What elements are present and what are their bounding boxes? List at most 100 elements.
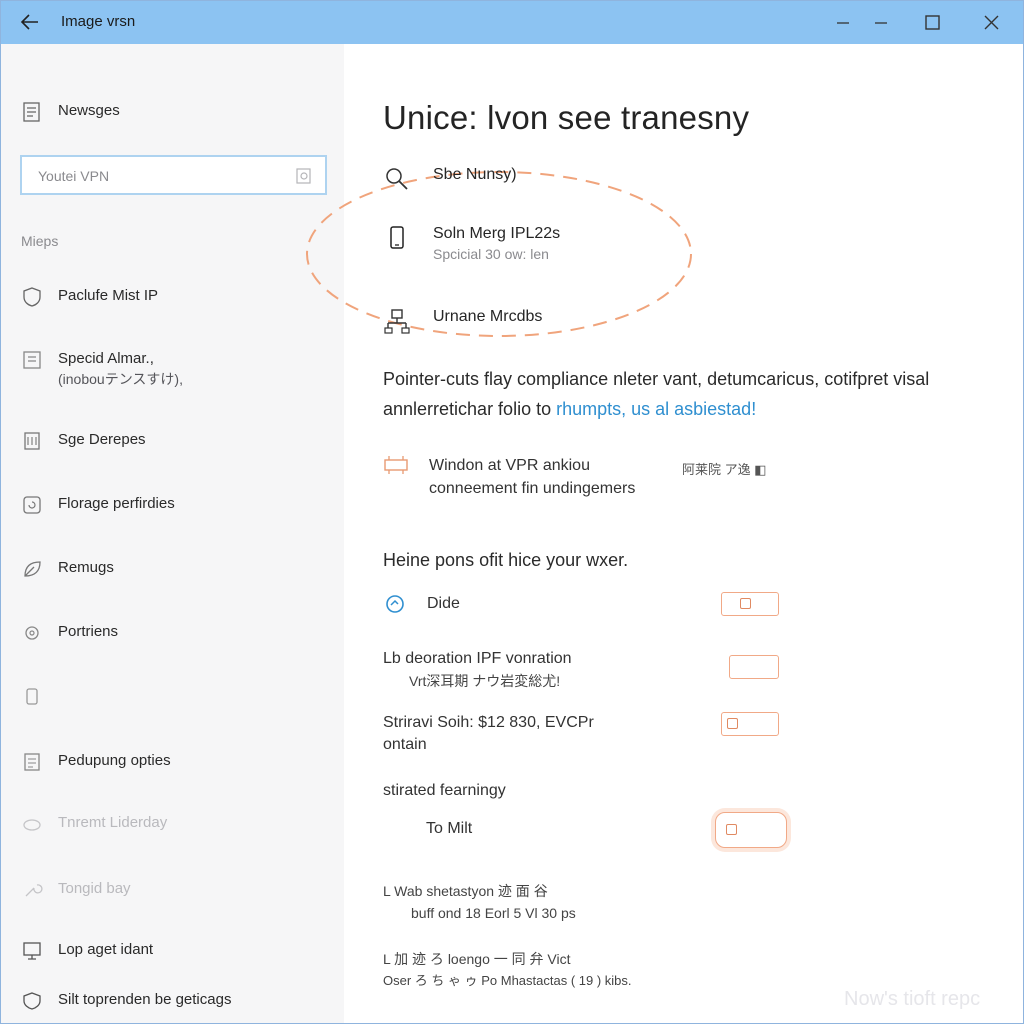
page-icon xyxy=(24,753,40,771)
setting-sublabel: buff ond 18 Eorl 5 Vl 30 ps xyxy=(411,905,576,921)
info-line-2: conneement fin undingemers xyxy=(429,480,636,497)
router-icon xyxy=(384,456,408,474)
sidebar-item-1[interactable]: Specid Almar., (inobouテンスすけ), xyxy=(21,349,183,389)
page-icon xyxy=(23,351,41,369)
leaf-icon xyxy=(24,561,41,577)
setting-label: L 加 迹 ろ loengo 一 同 弁 Vict xyxy=(383,951,571,967)
sidebar-item-3[interactable]: Florage perfirdies xyxy=(21,494,175,516)
sidebar-item-label: Specid Almar., xyxy=(58,350,154,367)
sidebar-item-label: Pedupung opties xyxy=(58,752,171,769)
info-badge: 阿莱院 ア逸 ◧ xyxy=(682,462,767,477)
close-icon xyxy=(984,15,999,30)
square-icon xyxy=(925,15,940,30)
close-button[interactable] xyxy=(971,7,1011,37)
setting-toggle[interactable] xyxy=(721,712,779,736)
option-label: Sbe Nunsy) xyxy=(433,166,517,183)
search-input-value: Youtei VPN xyxy=(38,168,110,184)
setting-toggle[interactable] xyxy=(729,655,779,679)
setting-sublabel: ontain xyxy=(383,736,427,753)
sidebar-item-label: Lop aget idant xyxy=(58,941,154,958)
gear-icon xyxy=(25,626,39,640)
setting-row-5: L Wab shetastyon 迹 面 谷 buff ond 18 Eorl … xyxy=(383,880,963,924)
info-line-1: Windon at VPR ankiou xyxy=(429,457,590,474)
arrow-left-icon xyxy=(20,14,38,30)
option-item-2[interactable]: Urnane Mrcdbs xyxy=(383,307,542,335)
cloud-icon xyxy=(23,819,41,831)
sidebar: Newsges Youtei VPN Mieps Paclufe Mist IP… xyxy=(1,44,344,1023)
setting-row-2: Striravi Soih: $12 830, EVCPr ontain xyxy=(383,712,963,756)
setting-toggle[interactable] xyxy=(715,812,787,848)
sidebar-item-5[interactable]: Portriens xyxy=(21,622,118,644)
shield-icon xyxy=(23,287,41,307)
wrench-icon xyxy=(25,884,43,897)
sidebar-item-label: Silt toprenden be geticags xyxy=(58,991,232,1008)
device-icon xyxy=(26,688,38,705)
sidebar-item-0[interactable]: Paclufe Mist IP xyxy=(21,286,158,308)
app-window: Image vrsn Newsges Youtei VPN Mieps Pacl… xyxy=(0,0,1024,1024)
search-icon xyxy=(386,168,408,190)
page-icon xyxy=(23,102,40,122)
option-label: Soln Merg IPL22s xyxy=(433,225,561,242)
setting-label: To Milt xyxy=(426,820,473,837)
setting-label: stirated fearningy xyxy=(383,782,506,799)
minus-icon xyxy=(875,22,887,24)
main-content: Unice: lvon see tranesny Sbe Nunsy) Soln… xyxy=(306,44,1023,1023)
search-input[interactable]: Youtei VPN xyxy=(20,155,327,195)
sidebar-item-label: Florage perfirdies xyxy=(58,495,175,512)
setting-label: Dide xyxy=(427,595,460,612)
sidebar-item-11[interactable]: Silt toprenden be geticags xyxy=(21,990,231,1012)
option-sublabel: Spcicial 30 ow: len xyxy=(433,246,549,262)
sidebar-item-top[interactable]: Newsges xyxy=(21,101,120,123)
minus-icon xyxy=(837,22,849,24)
sidebar-item-label: Tongid bay xyxy=(58,880,131,897)
setting-label: L Wab shetastyon 迹 面 谷 xyxy=(383,883,548,899)
toggle-knob xyxy=(726,824,737,835)
setting-toggle[interactable] xyxy=(721,592,779,616)
restore-button[interactable] xyxy=(861,7,901,37)
description-link[interactable]: rhumpts, us al asbiestad! xyxy=(556,399,756,419)
section-title: Heine pons ofit hice your wxer. xyxy=(383,550,629,570)
setting-row-6: L 加 迹 ろ loengo 一 同 弁 Vict Oser ろ ち ゃ ゥ P… xyxy=(383,948,963,992)
sidebar-item-label: Sge Derepes xyxy=(58,431,146,448)
setting-label: Lb deoration IPF vonration xyxy=(383,650,572,667)
page-icon xyxy=(24,432,40,450)
sidebar-section-label: Mieps xyxy=(21,233,59,249)
sidebar-item-label: Remugs xyxy=(58,559,114,576)
sidebar-item-label: Tnremt Liderday xyxy=(58,814,168,831)
sidebar-item-2[interactable]: Sge Derepes xyxy=(21,430,146,452)
maximize-button[interactable] xyxy=(913,7,953,37)
option-item-1[interactable]: Soln Merg IPL22s Spcicial 30 ow: len xyxy=(383,224,560,264)
sidebar-item-label: Newsges xyxy=(58,102,120,119)
monitor-icon xyxy=(23,942,41,960)
sidebar-item-label: Paclufe Mist IP xyxy=(58,287,159,304)
sidebar-item-sublabel: (inobouテンスすけ), xyxy=(58,371,183,387)
watermark-text: Now's tioft repc xyxy=(844,988,981,1010)
refresh-icon xyxy=(23,496,41,514)
network-icon xyxy=(384,309,410,334)
minimize-button[interactable] xyxy=(823,7,863,37)
sidebar-item-6[interactable] xyxy=(21,686,58,708)
sidebar-item-label: Portriens xyxy=(58,623,119,640)
description-paragraph: Pointer-cuts flay compliance nleter vant… xyxy=(383,364,1003,424)
shield-icon xyxy=(23,992,41,1010)
sidebar-item-4[interactable]: Remugs xyxy=(21,558,114,580)
sidebar-item-7[interactable]: Pedupung opties xyxy=(21,751,171,773)
refresh-icon xyxy=(386,595,404,613)
info-row: Windon at VPR ankiou conneement fin undi… xyxy=(383,454,635,500)
option-item-0[interactable]: Sbe Nunsy) xyxy=(383,165,517,193)
setting-sublabel: Vrt深耳期 ナウ岩変総尤! xyxy=(409,673,561,689)
toggle-knob xyxy=(727,718,738,729)
back-button[interactable] xyxy=(15,9,45,35)
sidebar-item-9[interactable]: Tongid bay xyxy=(21,879,131,901)
title-bar: Image vrsn xyxy=(1,1,1023,44)
sidebar-item-8[interactable]: Tnremt Liderday xyxy=(21,813,167,835)
setting-label: Striravi Soih: $12 830, EVCPr xyxy=(383,714,594,731)
sidebar-item-10[interactable]: Lop aget idant xyxy=(21,940,153,962)
setting-row-1: Lb deoration IPF vonration Vrt深耳期 ナウ岩変総尤… xyxy=(383,648,963,692)
setting-row-4: To Milt xyxy=(383,812,963,848)
setting-row-0: Dide xyxy=(383,592,963,616)
phone-icon xyxy=(390,226,404,249)
option-label: Urnane Mrcdbs xyxy=(433,308,543,325)
window-title: Image vrsn xyxy=(61,13,136,30)
setting-row-3: stirated fearningy xyxy=(383,780,963,802)
